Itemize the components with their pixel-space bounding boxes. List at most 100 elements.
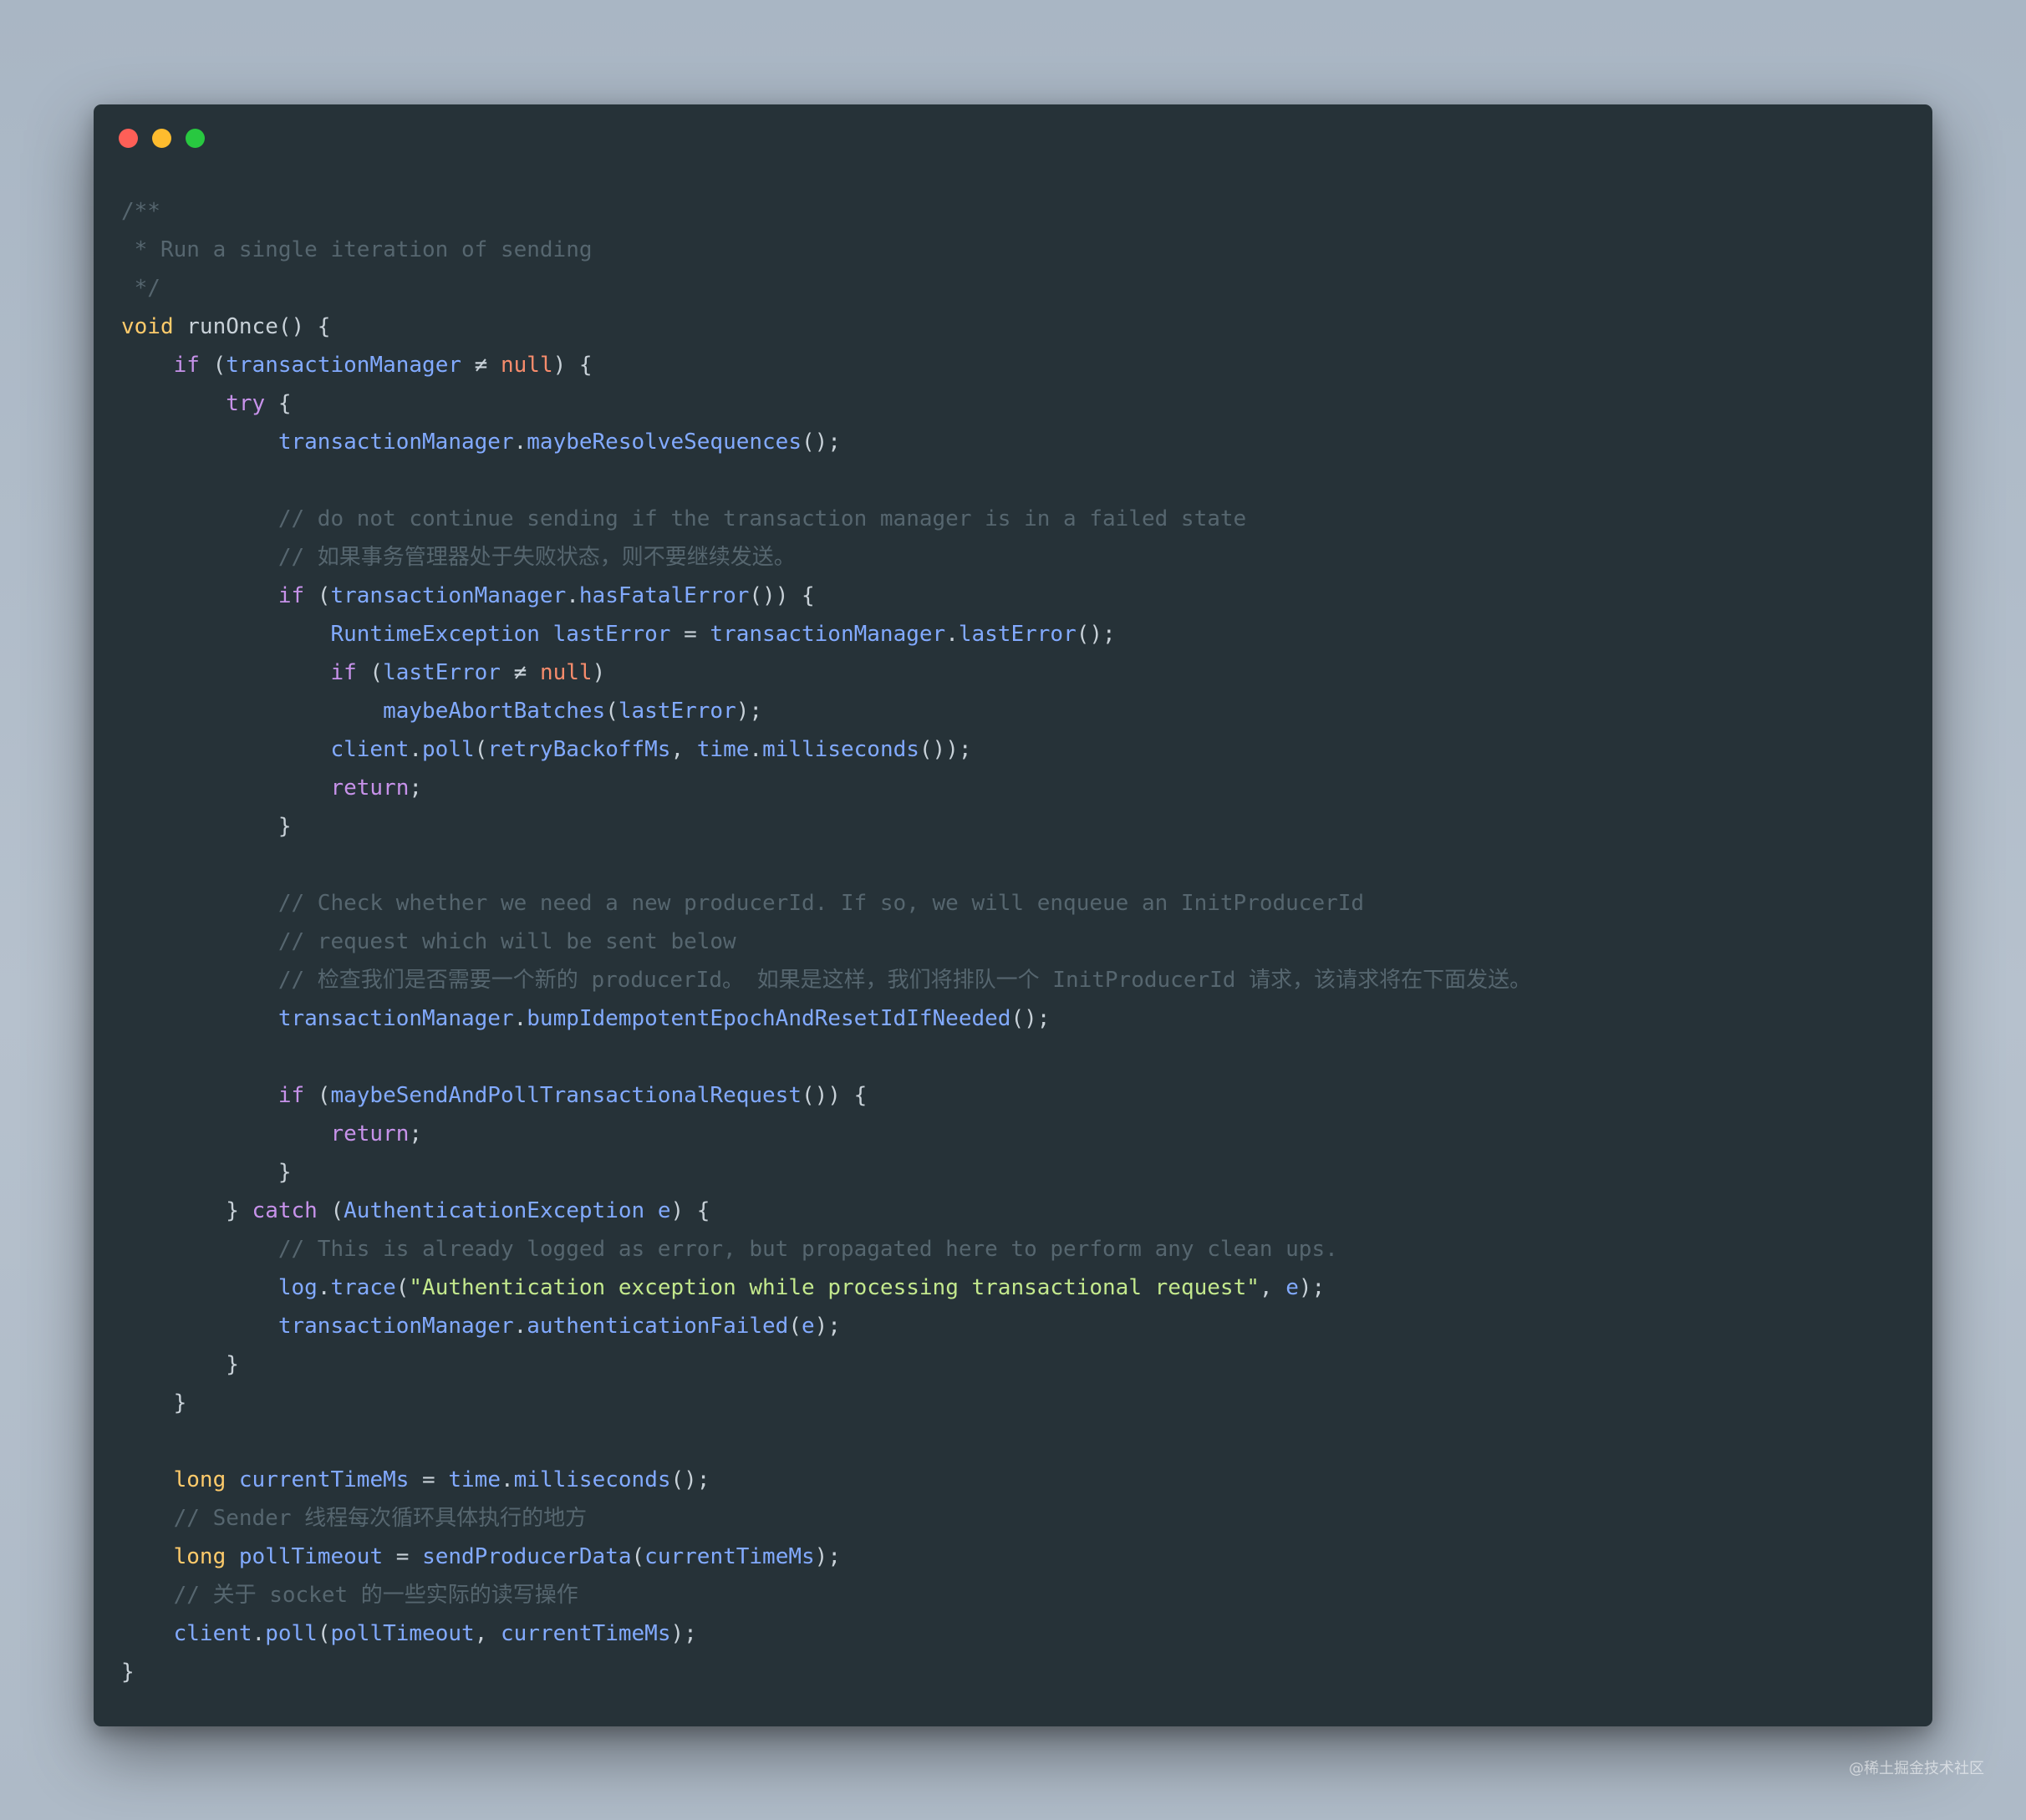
code-token: . [317, 1275, 331, 1300]
code-token: AuthenticationException [344, 1198, 645, 1223]
code-line: } [121, 807, 1531, 846]
code-token: currentTimeMs [500, 1621, 671, 1646]
code-token: poll [265, 1621, 318, 1646]
code-token: ); [1298, 1275, 1326, 1300]
code-token: authenticationFailed [527, 1314, 789, 1339]
code-token: // request which will be sent below [121, 929, 736, 954]
code-line: } [121, 1653, 1531, 1691]
code-token: // do not continue sending if the transa… [121, 506, 1247, 531]
code-token: = [383, 1544, 423, 1569]
code-token: transactionManager [226, 353, 462, 378]
code-token: milliseconds [762, 737, 919, 762]
code-token: . [501, 1467, 514, 1492]
code-token: // 检查我们是否需要一个新的 producerId。 如果是这样，我们将排队一… [121, 968, 1532, 993]
code-token: } [121, 1160, 292, 1185]
code-token: lastError [552, 622, 671, 647]
code-line: long pollTimeout = sendProducerData(curr… [121, 1538, 1531, 1576]
code-token: hasFatalError [578, 583, 750, 608]
code-token: ); [814, 1544, 841, 1569]
watermark: @稀土掘金技术社区 [1849, 1760, 1984, 1777]
code-line: // Sender 线程每次循环具体执行的地方 [121, 1499, 1531, 1538]
close-window-button[interactable] [119, 129, 138, 148]
code-window: /** * Run a single iteration of sending … [94, 104, 1932, 1726]
code-token: } [121, 814, 292, 839]
code-line: } [121, 1384, 1531, 1422]
code-token: e [802, 1314, 815, 1339]
code-line: // This is already logged as error, but … [121, 1230, 1531, 1268]
code-token: if [277, 1083, 305, 1108]
code-token: ); [670, 1621, 697, 1646]
code-token: /** [121, 199, 160, 224]
minimize-window-button[interactable] [152, 129, 171, 148]
code-token: client [330, 737, 410, 762]
code-token: ≠ [500, 660, 540, 685]
code-token: currentTimeMs [644, 1544, 815, 1569]
code-line: client.poll(pollTimeout, currentTimeMs); [121, 1614, 1531, 1653]
code-token: // Check whether we need a new producerI… [121, 891, 1365, 916]
code-token: ( [304, 583, 331, 608]
code-token: ) { [670, 1198, 710, 1223]
code-token: poll [422, 737, 475, 762]
code-line: // 检查我们是否需要一个新的 producerId。 如果是这样，我们将排队一… [121, 961, 1531, 999]
code-line: } [121, 1345, 1531, 1384]
code-token: . [749, 737, 763, 762]
code-token: return [330, 1121, 410, 1146]
code-token: ( [631, 1544, 645, 1569]
code-token: trace [330, 1275, 396, 1300]
code-token: (); [1076, 622, 1116, 647]
code-line: // do not continue sending if the transa… [121, 500, 1531, 538]
code-line: RuntimeException lastError = transaction… [121, 615, 1531, 653]
code-line: if (lastError ≠ null) [121, 653, 1531, 692]
code-token: ; [409, 775, 423, 801]
code-token: ()) { [802, 1083, 868, 1108]
code-token: e [657, 1198, 671, 1223]
code-token: log [277, 1275, 318, 1300]
code-token: ); [736, 699, 763, 724]
code-token: long [173, 1544, 227, 1569]
code-token: ) [592, 660, 606, 685]
code-token: . [513, 430, 527, 455]
code-line: */ [121, 269, 1531, 308]
code-line: /** [121, 192, 1531, 231]
code-token: ( [395, 1275, 410, 1300]
code-token: // 关于 socket 的一些实际的读写操作 [121, 1583, 578, 1608]
code-token: = [670, 622, 710, 647]
code-token: { [265, 391, 292, 416]
code-line: transactionManager.bumpIdempotentEpochAn… [121, 999, 1531, 1038]
code-line: if (transactionManager.hasFatalError()) … [121, 577, 1531, 615]
code-line: void runOnce() { [121, 308, 1531, 346]
code-token: } [121, 1352, 239, 1377]
code-block: /** * Run a single iteration of sending … [121, 192, 1531, 1691]
code-token: ) { [552, 353, 593, 378]
maximize-window-button[interactable] [186, 129, 205, 148]
code-token: ≠ [461, 353, 501, 378]
code-token: ( [317, 1198, 344, 1223]
code-token: ( [304, 1083, 331, 1108]
code-token: * Run a single iteration of sending [121, 237, 593, 262]
code-token: long [173, 1467, 227, 1492]
code-token: transactionManager [277, 1314, 514, 1339]
code-token: catch [252, 1198, 318, 1223]
code-token: transactionManager [277, 1006, 514, 1031]
code-token: milliseconds [513, 1467, 671, 1492]
code-line: transactionManager.authenticationFailed(… [121, 1307, 1531, 1345]
code-token: ; [409, 1121, 423, 1146]
code-token: transactionManager [710, 622, 946, 647]
code-line: long currentTimeMs = time.milliseconds()… [121, 1461, 1531, 1499]
code-line: client.poll(retryBackoffMs, time.millise… [121, 730, 1531, 769]
code-token: ( [356, 660, 384, 685]
code-line: // request which will be sent below [121, 923, 1531, 961]
code-token: if [330, 660, 357, 685]
code-token: . [252, 1621, 266, 1646]
code-token: (); [670, 1467, 710, 1492]
